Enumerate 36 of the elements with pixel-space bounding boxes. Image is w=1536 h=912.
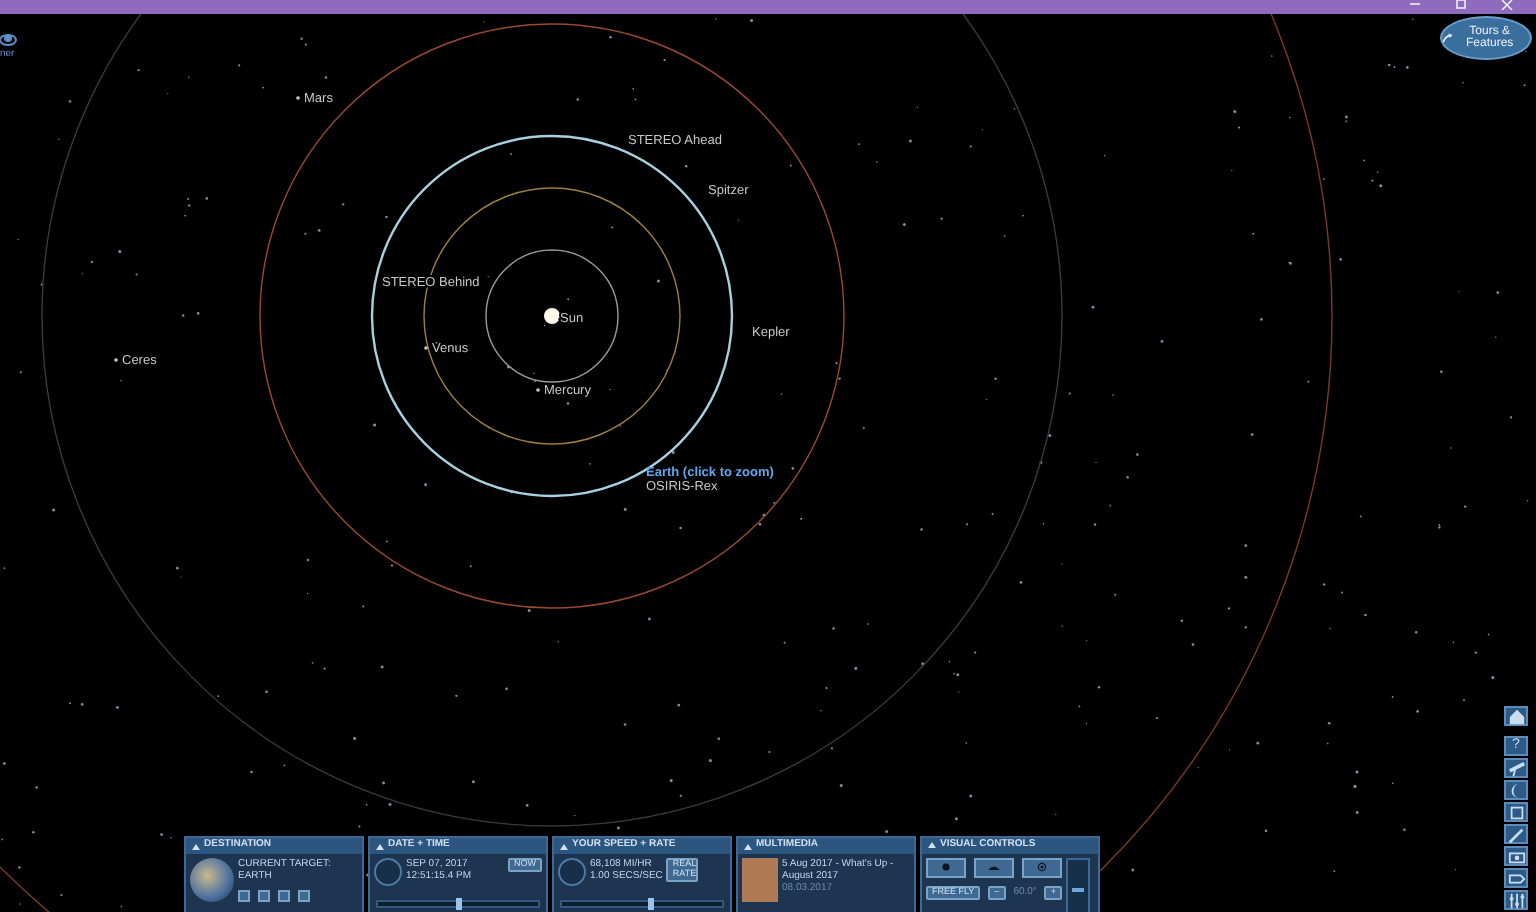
moon-button[interactable]: [1504, 780, 1528, 800]
expand-icon: [928, 842, 936, 849]
camera-icon: [1507, 847, 1525, 865]
pencil-button[interactable]: [1504, 824, 1528, 844]
circle-view-button[interactable]: [926, 857, 966, 877]
sliders-button[interactable]: [1504, 890, 1528, 910]
slider-thumb[interactable]: [647, 898, 653, 910]
sliders-icon: [1507, 891, 1525, 909]
rings-icon: [1036, 860, 1048, 874]
telescope-icon: [1507, 759, 1525, 777]
home-button[interactable]: [1504, 706, 1528, 726]
arrow-icon: [1442, 30, 1454, 46]
restore-icon[interactable]: [1452, 0, 1470, 10]
telescope-button[interactable]: [1504, 758, 1528, 778]
close-icon[interactable]: [1498, 0, 1516, 10]
camera-button[interactable]: [1504, 846, 1528, 866]
slider-thumb[interactable]: [455, 898, 461, 910]
frame-icon: [1507, 803, 1525, 821]
expand-icon: [376, 843, 384, 849]
zoom-slider[interactable]: [1066, 857, 1091, 912]
expand-icon: [560, 843, 568, 849]
expand-icon: [192, 843, 200, 849]
home-icon: [1507, 707, 1525, 725]
circle-icon: [940, 860, 952, 874]
horizon-view-button[interactable]: [974, 857, 1014, 877]
frame-button[interactable]: [1504, 802, 1528, 822]
sun-glow-icon: [544, 308, 560, 324]
globe-icon: [190, 858, 234, 902]
expand-icon: [744, 843, 752, 849]
rings-view-button[interactable]: [1022, 857, 1062, 877]
tag-button[interactable]: [1504, 868, 1528, 888]
minimize-icon[interactable]: [1406, 0, 1424, 10]
zoom-slider-thumb[interactable]: [1072, 887, 1085, 892]
pencil-icon: [1507, 825, 1525, 843]
tag-icon: [1507, 869, 1525, 887]
photo-placeholder: [742, 858, 778, 902]
